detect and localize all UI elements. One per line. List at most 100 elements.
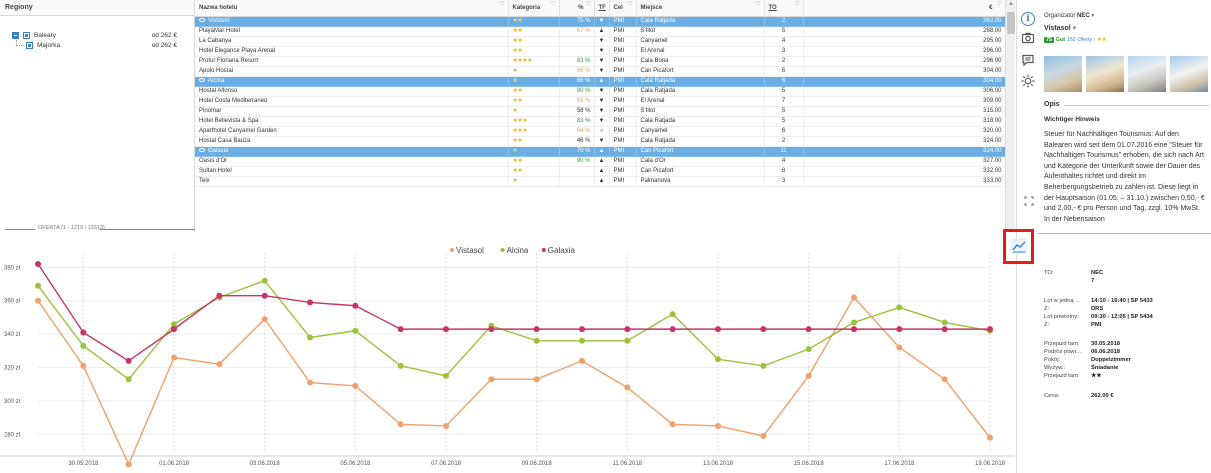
table-group-row[interactable]: Vistasol ★★ 75 % ▼ PMI Cala Ratjada 2 262.00	[195, 16, 1005, 27]
region-price: od 262 €	[151, 42, 177, 49]
to-cell: 3	[764, 176, 804, 187]
hotel-name-cell[interactable]: Hotel Elegance Playa Arenal	[195, 46, 509, 57]
hotel-photo[interactable]	[1128, 56, 1166, 92]
destination-code: PMI	[609, 156, 637, 167]
price-cell: 304.00	[803, 76, 1005, 87]
destination-code: PMI	[609, 176, 637, 187]
table-row[interactable]: Hostal Casa Bauza ★★ 46 % ▼ PMI Cala Ratjada 2…	[195, 136, 1005, 147]
recommend-percent	[559, 176, 595, 187]
eye-icon[interactable]	[199, 17, 205, 22]
column-cel[interactable]: Cel ▽	[609, 0, 637, 17]
to-cell: 6	[764, 126, 804, 137]
table-row[interactable]: Protur Floriana Resort ★★★★ 83 % ▼ PMI Cala B…	[195, 56, 1005, 67]
expand-icon[interactable]	[1024, 196, 1034, 208]
place-cell: S'Illot	[636, 26, 765, 37]
hotel-name-cell[interactable]: Apolo Hostal	[195, 66, 509, 77]
table-row[interactable]: PlayaMar Hotel ★★ 67 % ▲ PMI S'Illot 5 288.00	[195, 26, 1005, 37]
place-cell: Cala Ratjada	[636, 16, 765, 27]
hotel-name-cell[interactable]: Oasis d'Or	[195, 156, 509, 167]
eye-icon[interactable]	[199, 77, 205, 82]
legend-marker	[450, 248, 454, 252]
data-point	[805, 326, 812, 333]
data-point	[35, 297, 41, 304]
camera-icon[interactable]	[1021, 31, 1035, 45]
data-point	[987, 326, 993, 333]
hotel-name-cell[interactable]: Hotel Costa Mediterraneo	[195, 96, 509, 107]
table-group-row[interactable]: Galaxia ★ 70 % ▲ PMI Can Picafort 11 324.00	[195, 146, 1005, 157]
table-row[interactable]: Hotel Elegance Playa Arenal ★★ ▼ PMI El Aren…	[195, 46, 1005, 57]
hotel-name-cell[interactable]: Aparthotel Canyamel Garden	[195, 126, 509, 137]
data-point	[261, 316, 268, 323]
table-row[interactable]: Oasis d'Or ★★ 90 % ▲ PMI Cala d'Or 4 327.00	[195, 156, 1005, 167]
data-point	[624, 384, 631, 391]
chevron-down-icon[interactable]: ▾	[1071, 25, 1077, 32]
hotel-name-cell[interactable]: Hostal Casa Bauza	[195, 136, 509, 147]
hotel-name-cell[interactable]: Vistasol	[195, 16, 509, 27]
region-checkbox[interactable]	[23, 32, 30, 39]
recommend-percent: 67 %	[559, 26, 595, 37]
collapse-checkbox[interactable]	[12, 32, 19, 39]
table-row[interactable]: La Cabanya ★★ ▼ PMI Canyamel 4 295.00	[195, 36, 1005, 47]
eye-icon[interactable]	[199, 147, 205, 152]
hotel-name-cell[interactable]: Hostal Alfonso	[195, 86, 509, 97]
hotel-name[interactable]: Vistasol ▾	[1044, 24, 1076, 32]
table-scrollbar[interactable]: ▲	[1005, 0, 1015, 232]
hotel-photo[interactable]	[1086, 56, 1124, 92]
comment-icon[interactable]	[1021, 53, 1035, 67]
table-row[interactable]: Pinomar ★ 58 % ▼ PMI S'Illot 5 315.00	[195, 106, 1005, 117]
hotel-name-cell[interactable]: Galaxia	[195, 146, 509, 157]
data-point	[533, 337, 540, 344]
table-group-row[interactable]: Alcina ★ 66 % ▲ PMI Cala Ratjada 6 304.00	[195, 76, 1005, 87]
legend-marker	[541, 248, 546, 252]
series-line-galaxia	[37, 263, 990, 362]
data-point	[443, 326, 449, 333]
hint-title: Wichtiger Hinweis	[1044, 116, 1100, 123]
table-row[interactable]: Hotel Bellevista & Spa ★★★ 83 % ▼ PMI Cala Ra…	[195, 116, 1005, 127]
chevron-down-icon[interactable]: ▾	[1091, 13, 1094, 19]
hotel-photo[interactable]	[1044, 56, 1082, 92]
info-icon[interactable]: i	[1021, 12, 1035, 26]
column-tf[interactable]: TF	[594, 0, 610, 17]
hotel-name-cell[interactable]: Hotel Bellevista & Spa	[195, 116, 509, 127]
column-percent[interactable]: % ▽	[559, 0, 595, 17]
region-item-majorka[interactable]: Majorka od 262 €	[26, 41, 177, 51]
table-row[interactable]: Apolo Hostal ★ 66 % ▼ PMI Can Picafort 6 304.00	[195, 66, 1005, 77]
data-point	[896, 304, 903, 311]
destination-code: PMI	[609, 46, 637, 57]
data-point	[488, 326, 495, 333]
region-item-baleary[interactable]: Baleary od 262 €	[12, 31, 177, 41]
column-hotel-name[interactable]: Nazwa hotelu ▽	[195, 0, 509, 17]
hotel-name-cell[interactable]: Alcina	[195, 76, 509, 87]
hotel-name-cell[interactable]: La Cabanya	[195, 36, 509, 47]
place-cell: El Arenal	[636, 46, 765, 57]
table-row[interactable]: Aparthotel Canyamel Garden ★★★ 64 % ○ PMI Can…	[195, 126, 1005, 137]
column-category[interactable]: Kategoria ▽	[508, 0, 560, 17]
price-cell: 306.00	[803, 86, 1005, 97]
table-row[interactable]: Hotel Costa Mediterraneo ★★ 63 % ▼ PMI El Are…	[195, 96, 1005, 107]
table-row[interactable]: Teix ★ ▲ PMI Palmanova 3 333.00	[195, 176, 1005, 187]
hotel-photo[interactable]	[1170, 56, 1208, 92]
to-cell: 6	[764, 76, 804, 87]
price-cell: 327.00	[803, 156, 1005, 167]
table-row[interactable]: Sultan Hotel ★★ ▲ PMI Can Picafort 8 332.00	[195, 166, 1005, 177]
place-cell: S'Illot	[636, 106, 765, 117]
photo-gallery[interactable]	[1044, 56, 1209, 92]
column-to[interactable]: TO ▽	[764, 0, 804, 17]
column-price[interactable]: € ▽	[803, 0, 1005, 17]
destination-code: PMI	[609, 116, 637, 127]
table-row[interactable]: Hostal Alfonso ★★ 80 % ▼ PMI Cala Ratjada 5 306…	[195, 86, 1005, 97]
hotel-name-cell[interactable]: PlayaMar Hotel	[195, 26, 509, 37]
scroll-thumb[interactable]	[1007, 12, 1015, 34]
sun-icon[interactable]	[1021, 74, 1035, 88]
region-checkbox[interactable]	[26, 42, 33, 49]
scroll-up-arrow-icon[interactable]: ▲	[1007, 1, 1015, 9]
hotel-name-cell[interactable]: Protur Floriana Resort	[195, 56, 509, 67]
destination-code: PMI	[609, 126, 637, 137]
hotel-name-cell[interactable]: Teix	[195, 176, 509, 187]
data-point	[80, 329, 87, 336]
column-place[interactable]: Miejsce ▽	[636, 0, 765, 17]
hotel-name-cell[interactable]: Sultan Hotel	[195, 166, 509, 177]
hotel-name-cell[interactable]: Pinomar	[195, 106, 509, 117]
organizer: Organizator NEC ▾	[1044, 13, 1095, 19]
hotel-stars: ★★	[1096, 37, 1107, 43]
